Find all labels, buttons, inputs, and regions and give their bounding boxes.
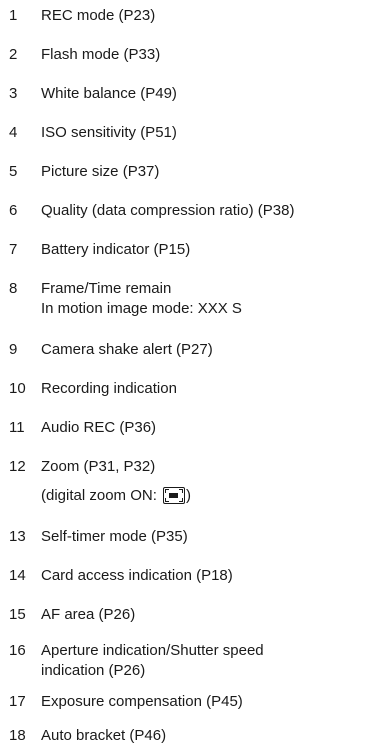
item-number: 4 (9, 124, 18, 141)
item-text-line: (digital zoom ON: ) (41, 486, 386, 506)
item-text-line: Aperture indication/Shutter speed (41, 642, 264, 659)
item-text: Recording indication (41, 380, 177, 397)
item-number: 5 (9, 163, 18, 180)
item-text-line: Zoom (P31, P32) (41, 458, 156, 475)
item-text: Self-timer mode (P35) (41, 528, 188, 545)
item-number: 13 (9, 528, 26, 545)
list-item: 7 Battery indicator (P15) (9, 240, 386, 260)
item-text: Zoom (P31, P32) (digital zoom ON: ) (41, 457, 386, 506)
item-text: Audio REC (P36) (41, 419, 157, 436)
item-number: 2 (9, 46, 18, 63)
list-item: 11 Audio REC (P36) (9, 418, 386, 438)
item-number: 11 (9, 419, 25, 436)
item-number: 12 (9, 458, 26, 475)
list-item: 16 Aperture indication/Shutter speed ind… (9, 641, 386, 681)
item-text: Camera shake alert (P27) (41, 341, 213, 358)
list-item: 3 White balance (P49) (9, 84, 386, 104)
item-text: Frame/Time remain In motion image mode: … (41, 279, 386, 319)
item-number: 10 (9, 380, 26, 397)
list-item: 17 Exposure compensation (P45) (9, 692, 386, 712)
item-text-line: indication (P26) (41, 662, 146, 679)
zoom-note-suffix: ) (186, 487, 192, 504)
list-item: 13 Self-timer mode (P35) (9, 527, 386, 547)
list-item: 9 Camera shake alert (P27) (9, 340, 386, 360)
item-number: 1 (9, 7, 18, 24)
item-text: Aperture indication/Shutter speed indica… (41, 641, 386, 681)
list-item: 1 REC mode (P23) (9, 6, 386, 26)
list-item: 2 Flash mode (P33) (9, 45, 386, 65)
list-item: 18 Auto bracket (P46) (9, 726, 386, 746)
item-number: 9 (9, 341, 18, 358)
item-text-line: Frame/Time remain (41, 280, 172, 297)
item-number: 16 (9, 642, 26, 659)
list-item: 10 Recording indication (9, 379, 386, 399)
list-item: 4 ISO sensitivity (P51) (9, 123, 386, 143)
item-number: 3 (9, 85, 18, 102)
item-text: White balance (P49) (41, 85, 177, 102)
item-number: 6 (9, 202, 18, 219)
item-number: 15 (9, 606, 26, 623)
list-item: 12 Zoom (P31, P32) (digital zoom ON: ) (9, 457, 386, 506)
list-item: 15 AF area (P26) (9, 605, 386, 625)
item-text: AF area (P26) (41, 606, 136, 623)
item-text: Battery indicator (P15) (41, 241, 191, 258)
item-number: 17 (9, 693, 26, 710)
item-number: 18 (9, 727, 26, 744)
item-number: 14 (9, 567, 26, 584)
list-item: 5 Picture size (P37) (9, 162, 386, 182)
list-item: 8 Frame/Time remain In motion image mode… (9, 279, 386, 319)
item-number: 7 (9, 241, 18, 258)
item-text-line: In motion image mode: XXX S (41, 300, 242, 317)
item-number: 8 (9, 280, 18, 297)
list-item: 14 Card access indication (P18) (9, 566, 386, 586)
item-text: Quality (data compression ratio) (P38) (41, 202, 295, 219)
item-text: Auto bracket (P46) (41, 727, 167, 744)
item-text: Flash mode (P33) (41, 46, 161, 63)
item-text: ISO sensitivity (P51) (41, 124, 177, 141)
digital-zoom-icon (163, 487, 186, 504)
list-item: 6 Quality (data compression ratio) (P38) (9, 201, 386, 221)
item-text: Picture size (P37) (41, 163, 160, 180)
item-text: Card access indication (P18) (41, 567, 233, 584)
item-text: REC mode (P23) (41, 7, 156, 24)
item-text: Exposure compensation (P45) (41, 693, 243, 710)
zoom-note-prefix: (digital zoom ON: (41, 487, 162, 504)
